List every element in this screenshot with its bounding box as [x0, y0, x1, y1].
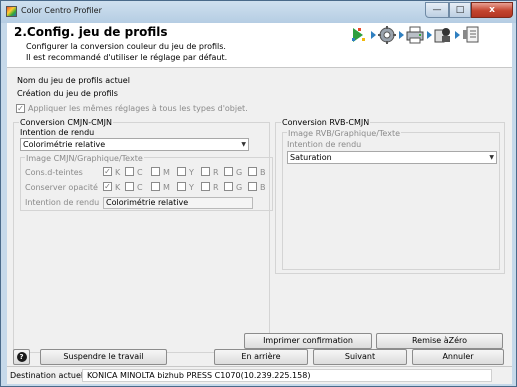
printer-icon [406, 26, 424, 44]
conserver-opacite-m-label: M [163, 183, 170, 192]
step-arrow-icon [371, 31, 376, 39]
close-icon: x [489, 5, 495, 15]
checkmark-icon: ✓ [104, 182, 111, 191]
app-window: Color Centro Profiler — □ x 2.Config. je… [0, 0, 517, 387]
cons-teintes-k-label: K [115, 168, 121, 177]
cmyk-intent2-value: Colorimétrie relative [106, 198, 189, 207]
cons-teintes-b-label: B [260, 168, 266, 177]
next-button[interactable]: Suivant [313, 349, 407, 365]
export-icon [463, 26, 479, 43]
cons-teintes-c-label: C [137, 168, 143, 177]
conserver-opacite-m-checkbox[interactable] [151, 182, 160, 191]
chevron-down-icon: ▼ [241, 141, 246, 148]
print-confirmation-button[interactable]: Imprimer confirmation [244, 333, 372, 349]
conserver-opacite-y-checkbox[interactable] [177, 182, 186, 191]
profile-set-creation-label: Création du jeu de profils [17, 89, 118, 98]
conserver-opacite-g-label: G [236, 183, 243, 192]
description-line-2: Il est recommandé d'utiliser le réglage … [26, 53, 228, 62]
rgb-image-group-label: Image RVB/Graphique/Texte [287, 129, 402, 138]
cons-teintes-g-checkbox[interactable] [224, 167, 233, 176]
back-button[interactable]: En arrière [214, 349, 308, 365]
question-icon: ? [16, 352, 27, 362]
cmyk-conversion-panel: Conversion CMJN-CMJN Intention de rendu … [13, 118, 273, 353]
profile-icon [434, 28, 450, 43]
status-bar: Destination actuelle KONICA MINOLTA bizh… [7, 366, 512, 384]
step-arrow-icon [399, 31, 404, 39]
conserver-opacite-k-checkbox[interactable]: ✓ [103, 182, 112, 191]
minimize-button[interactable]: — [425, 2, 449, 18]
cons-teintes-y-checkbox[interactable] [177, 167, 186, 176]
cons-teintes-m-checkbox[interactable] [151, 167, 160, 176]
conserver-opacite-label: Conserver opacité [25, 183, 98, 192]
reset-button[interactable]: Remise àZéro [376, 333, 503, 349]
cons-teintes-r-checkbox[interactable] [201, 167, 210, 176]
rgb-conversion-label: Conversion RVB-CMJN [281, 118, 371, 127]
conserver-opacite-k-label: K [115, 183, 121, 192]
apply-all-label: Appliquer les mêmes réglages à tous les … [28, 104, 248, 113]
rgb-intent-value: Saturation [290, 153, 332, 162]
conserver-opacite-y-label: Y [189, 183, 194, 192]
conserver-opacite-b-label: B [260, 183, 266, 192]
back-label: En arrière [241, 352, 281, 361]
rgb-intent-select[interactable]: Saturation ▼ [287, 151, 497, 164]
client-area: 2.Config. jeu de profils Configurer la c… [7, 23, 512, 384]
cancel-button[interactable]: Annuler [412, 349, 504, 365]
suspend-job-button[interactable]: Suspendre le travail [40, 349, 167, 365]
description-line-1: Configurer la conversion couleur du jeu … [26, 42, 226, 51]
conserver-opacite-r-label: R [213, 183, 219, 192]
rgb-intent-label: Intention de rendu [287, 140, 362, 149]
cons-teintes-label: Cons.d-teintes [25, 168, 83, 177]
conserver-opacite-c-checkbox[interactable] [125, 182, 134, 191]
rgb-image-group: Image RVB/Graphique/Texte Intention de r… [282, 129, 500, 270]
cmyk-intent-label: Intention de rendu [20, 128, 95, 137]
cmyk-image-group-label: Image CMJN/Graphique/Texte [25, 154, 144, 163]
destination-field: KONICA MINOLTA bizhub PRESS C1070(10.239… [82, 369, 492, 382]
conserver-opacite-c-label: C [137, 183, 143, 192]
cmyk-conversion-label: Conversion CMJN-CMJN [19, 118, 113, 127]
cons-teintes-m-label: M [163, 168, 170, 177]
cmyk-image-group: Image CMJN/Graphique/Texte Cons.d-teinte… [20, 154, 273, 211]
checkmark-icon: ✓ [17, 104, 24, 113]
cmyk-intent-value: Colorimétrie relative [23, 140, 106, 149]
destination-value: KONICA MINOLTA bizhub PRESS C1070(10.239… [87, 371, 311, 380]
cons-teintes-c-checkbox[interactable] [125, 167, 134, 176]
cancel-label: Annuler [442, 352, 474, 361]
checkmark-icon: ✓ [104, 167, 111, 176]
profile-set-name-label: Nom du jeu de profils actuel [17, 76, 130, 85]
maximize-icon: □ [455, 5, 465, 15]
wizard-header: 2.Config. jeu de profils Configurer la c… [7, 23, 512, 68]
gear-icon [378, 26, 396, 44]
cons-teintes-k-checkbox[interactable]: ✓ [103, 167, 112, 176]
cmyk-intent-select[interactable]: Colorimétrie relative ▼ [20, 138, 249, 151]
reset-label: Remise àZéro [411, 336, 468, 345]
destination-label: Destination actuelle [10, 371, 91, 380]
chevron-down-icon: ▼ [489, 154, 494, 161]
conserver-opacite-g-checkbox[interactable] [224, 182, 233, 191]
conserver-opacite-r-checkbox[interactable] [201, 182, 210, 191]
page-title: 2.Config. jeu de profils [14, 25, 168, 39]
title-bar: Color Centro Profiler — □ x [1, 1, 516, 23]
maximize-button[interactable]: □ [449, 2, 471, 18]
next-label: Suivant [344, 352, 376, 361]
hand-click-icon [352, 28, 365, 42]
cmyk-intent2-field: Colorimétrie relative [103, 197, 253, 209]
cons-teintes-b-checkbox[interactable] [248, 167, 257, 176]
cmyk-intent2-label: Intention de rendu [25, 198, 100, 207]
close-button[interactable]: x [471, 2, 513, 18]
window-title: Color Centro Profiler [21, 6, 102, 15]
cons-teintes-g-label: G [236, 168, 243, 177]
conserver-opacite-b-checkbox[interactable] [248, 182, 257, 191]
rgb-conversion-panel: Conversion RVB-CMJN Image RVB/Graphique/… [275, 118, 505, 274]
apply-all-checkbox[interactable]: ✓ [16, 104, 25, 113]
cons-teintes-r-label: R [213, 168, 219, 177]
app-logo-icon [6, 6, 17, 17]
print-confirmation-label: Imprimer confirmation [263, 336, 353, 345]
cons-teintes-y-label: Y [189, 168, 194, 177]
minimize-icon: — [432, 5, 442, 15]
help-button[interactable]: ? [13, 349, 30, 365]
suspend-job-label: Suspendre le travail [63, 352, 144, 361]
step-arrow-icon [427, 31, 432, 39]
step-arrow-icon [455, 31, 460, 39]
